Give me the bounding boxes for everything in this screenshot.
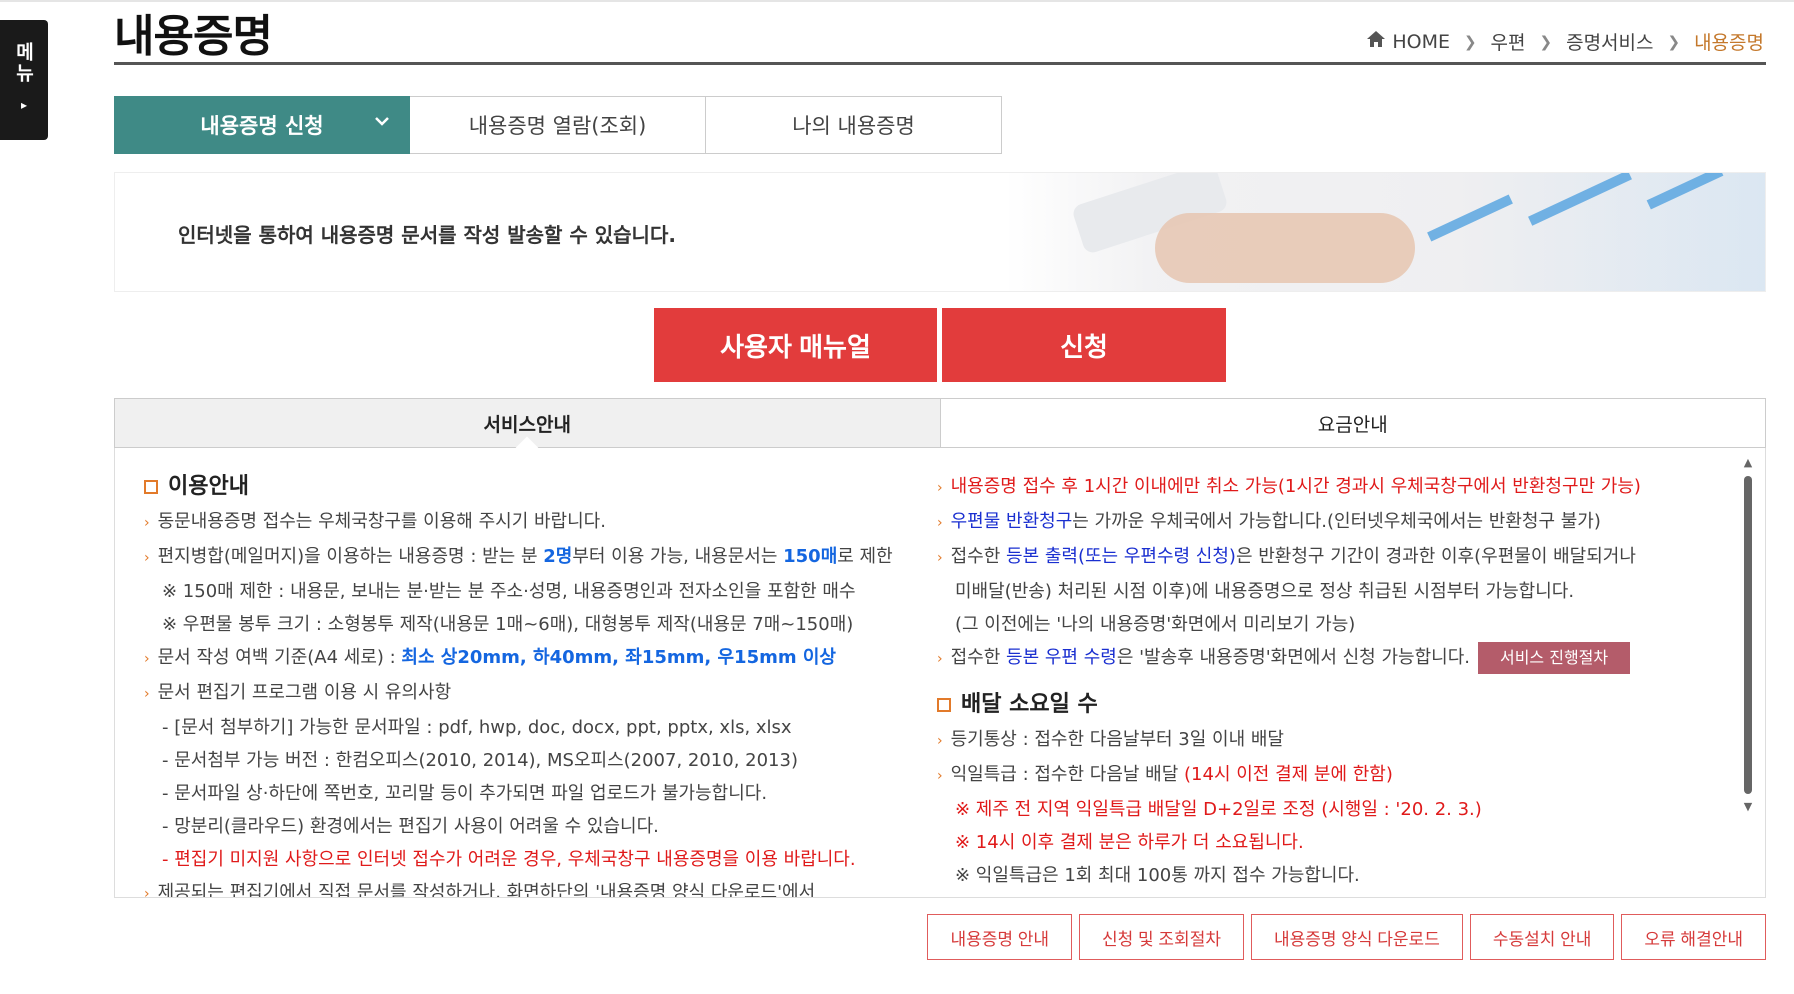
list-item: 미배달(반송) 처리된 시점 이후)에 내용증명으로 정상 취급된 시점부터 가… [955,581,1575,602]
breadcrumb-post[interactable]: 우편 [1491,28,1526,55]
breadcrumb-home[interactable]: HOME [1392,31,1450,53]
manual-install-button[interactable]: 수동설치 안내 [1469,914,1615,960]
apply-button[interactable]: 신청 [942,308,1226,382]
square-bullet-icon [144,479,158,494]
list-item: ※ 14시 이후 결제 분은 하루가 더 소요됩니다. [955,832,1304,853]
square-bullet-icon [937,697,951,712]
breadcrumb-certification[interactable]: 증명서비스 [1566,28,1653,55]
tab-service-info-label: 서비스안내 [483,413,571,436]
info-tabs: 서비스안내 요금안내 [114,398,1766,461]
list-item: ※ 익일특급은 1회 최대 100통 까지 접수 가능합니다. [955,865,1360,886]
tab-service-info[interactable]: 서비스안내 [115,399,941,461]
chevron-right-icon: ❯ [1463,32,1477,51]
content-scrollbar[interactable]: ▲ ▼ [1741,456,1755,890]
service-process-button[interactable]: 서비스 진행절차 [1477,642,1631,674]
side-menu-arrow-icon: ▸ [20,98,28,112]
chevron-down-icon [373,111,391,135]
list-item: ※ 우편물 봉투 크기 : 소형봉투 제작(내용문 1매~6매), 대형봉투 제… [162,614,854,635]
page-title: 내용증명 [114,11,273,62]
procedure-button[interactable]: 신청 및 조회절차 [1079,914,1244,960]
banner-description: 인터넷을 통하여 내용증명 문서를 작성 발송할 수 있습니다. [178,223,676,247]
scroll-down-icon[interactable]: ▼ [1741,800,1755,814]
main-tabs: 내용증명 신청 내용증명 열람(조회) 나의 내용증명 [114,96,1002,154]
usage-guide: 이용안내 › 동문내용증명 접수는 우체국창구를 이용해 주시기 바랍니다. › 편… [144,470,924,898]
chevron-right-icon: ❯ [1539,32,1553,51]
list-item: › 익일특급 : 접수한 다음날 배달 (14시 이전 결제 분에 한함) [937,764,1393,785]
home-icon [1366,30,1386,53]
tab-fee-info[interactable]: 요금안내 [941,399,1766,447]
bottom-links: 내용증명 안내 신청 및 조회절차 내용증명 양식 다운로드 수동설치 안내 오… [927,914,1766,960]
user-manual-button[interactable]: 사용자 매뉴얼 [654,308,937,382]
usage-heading: 이용안내 [144,470,924,503]
form-download-button[interactable]: 내용증명 양식 다운로드 [1250,914,1463,960]
tab-apply[interactable]: 내용증명 신청 [114,96,410,154]
error-help-button[interactable]: 오류 해결안내 [1621,914,1766,960]
list-item: - 문서파일 상·하단에 쪽번호, 꼬리말 등이 추가되면 파일 업로드가 불가… [162,783,768,804]
banner-image [1005,173,1765,291]
chevron-right-icon: ❯ [1667,32,1681,51]
list-item: › 제공되는 편집기에서 직접 문서를 작성하거나, 화면하단의 '내용증명 양식… [144,882,816,898]
breadcrumb: HOME ❯ 우편 ❯ 증명서비스 ❯ 내용증명 [1366,28,1764,55]
list-item: › 문서 편집기 프로그램 이용 시 유의사항 [144,682,452,703]
list-item: - 망분리(클라우드) 환경에서는 편집기 사용이 어려울 수 있습니다. [162,816,659,837]
list-item: - [문서 첨부하기] 가능한 문서파일 : pdf, hwp, doc, do… [162,717,792,738]
list-item: (그 이전에는 '나의 내용증명'화면에서 미리보기 가능) [955,614,1356,635]
scroll-up-icon[interactable]: ▲ [1741,456,1755,470]
notes-and-delivery: › 내용증명 접수 후 1시간 이내에만 취소 가능(1시간 경과시 우체국창구에… [937,470,1727,892]
list-item: › 내용증명 접수 후 1시간 이내에만 취소 가능(1시간 경과시 우체국창구에… [937,476,1641,497]
list-item: - 편집기 미지원 사항으로 인터넷 접수가 어려운 경우, 우체국창구 내용증… [162,849,856,870]
list-item: › 접수한 등본 출력(또는 우편수령 신청)은 반환청구 기간이 경과한 이후(… [937,546,1636,567]
list-item: › 접수한 등본 우편 수령은 '발송후 내용증명'화면에서 신청 가능합니다. 서… [937,641,1727,676]
delivery-heading: 배달 소요일 수 [937,688,1727,721]
list-item: - 문서첨부 가능 버전 : 한컴오피스(2010, 2014), MS오피스(… [162,750,798,771]
side-menu-label: 메뉴 [12,42,35,84]
tab-my[interactable]: 나의 내용증명 [706,96,1002,154]
service-info-panel: 이용안내 › 동문내용증명 접수는 우체국창구를 이용해 주시기 바랍니다. › 편… [114,448,1766,898]
scroll-thumb[interactable] [1744,476,1752,794]
list-item: › 우편물 반환청구는 가까운 우체국에서 가능합니다.(인터넷우체국에서는 반환… [937,511,1601,532]
intro-banner: 인터넷을 통하여 내용증명 문서를 작성 발송할 수 있습니다. [114,172,1766,292]
list-item: ※ 제주 전 지역 익일특급 배달일 D+2일로 조정 (시행일 : '20. … [955,799,1482,820]
list-item: › 편지병합(메일머지)을 이용하는 내용증명 : 받는 분 2명부터 이용 가능… [144,546,893,567]
guide-button[interactable]: 내용증명 안내 [927,914,1073,960]
list-item: › 문서 작성 여백 기준(A4 세로) : 최소 상20mm, 하40mm, 좌… [144,647,836,668]
title-divider [114,62,1766,65]
list-item: › 등기통상 : 접수한 다음날부터 3일 이내 배달 [937,729,1284,750]
tab-view[interactable]: 내용증명 열람(조회) [410,96,706,154]
list-item: ※ 150매 제한 : 내용문, 보내는 분·받는 분 주소·성명, 내용증명인… [162,581,856,602]
tab-apply-label: 내용증명 신청 [200,114,324,138]
breadcrumb-current[interactable]: 내용증명 [1694,28,1764,55]
list-item: › 동문내용증명 접수는 우체국창구를 이용해 주시기 바랍니다. [144,511,606,532]
side-menu-toggle[interactable]: 메뉴 ▸ [0,20,48,140]
